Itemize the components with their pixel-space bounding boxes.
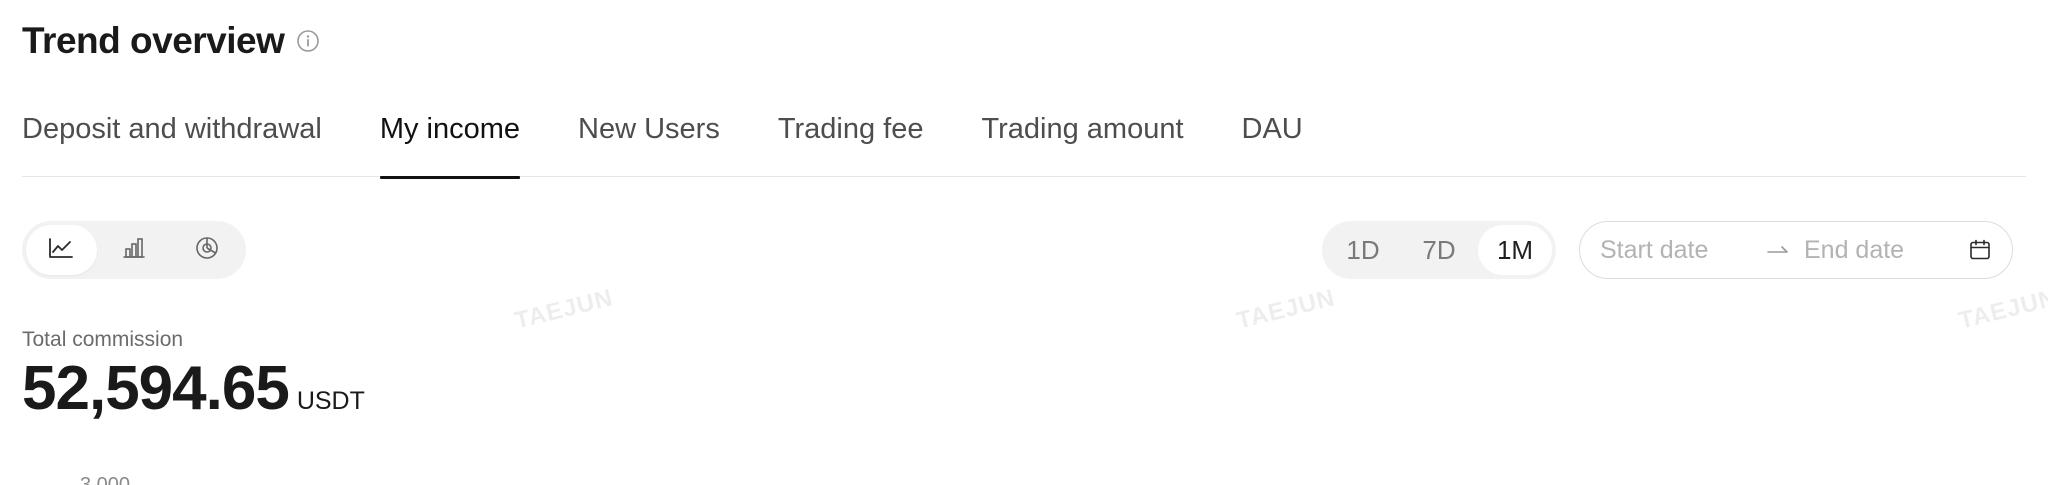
bar-chart-icon	[121, 236, 147, 265]
arrow-right-icon	[1766, 243, 1790, 257]
time-range-switch: 1D 7D 1M	[1322, 221, 1556, 279]
watermark: TAEJUN	[1956, 284, 2048, 335]
tab-new-users[interactable]: New Users	[578, 105, 720, 177]
bar-chart-button[interactable]	[99, 225, 170, 275]
range-1m-button[interactable]: 1M	[1478, 225, 1552, 275]
pie-chart-icon	[194, 235, 220, 266]
calendar-icon[interactable]	[1968, 238, 1992, 262]
total-commission-label: Total commission	[22, 328, 184, 351]
pie-chart-button[interactable]	[171, 225, 242, 275]
tab-bar: Deposit and withdrawal My income New Use…	[22, 105, 2026, 179]
page-title: Trend overview	[22, 20, 285, 61]
tab-dau[interactable]: DAU	[1242, 105, 1303, 177]
range-1d-button[interactable]: 1D	[1326, 225, 1400, 275]
chart-type-switch	[22, 221, 246, 279]
watermark: TAEJUN	[512, 284, 616, 335]
line-chart-icon	[48, 236, 74, 265]
total-commission-unit: USDT	[296, 387, 365, 415]
date-range-picker	[1579, 221, 2013, 279]
y-axis-tick: 3,000	[80, 474, 131, 485]
tab-trading-amount[interactable]: Trading amount	[981, 105, 1183, 177]
range-7d-button[interactable]: 7D	[1402, 225, 1476, 275]
info-circle-icon[interactable]	[296, 29, 320, 53]
total-commission-value: 52,594.65	[22, 354, 290, 423]
trend-overview-page: Trend overview Deposit and withdrawal My…	[0, 0, 2048, 485]
tab-trading-fee[interactable]: Trading fee	[778, 105, 924, 177]
end-date-input[interactable]	[1804, 235, 1954, 265]
tab-deposit-and-withdrawal[interactable]: Deposit and withdrawal	[22, 105, 322, 177]
start-date-input[interactable]	[1600, 235, 1750, 265]
line-chart-button[interactable]	[26, 225, 97, 275]
tab-my-income[interactable]: My income	[379, 105, 521, 179]
total-commission: 52,594.65 USDT	[22, 358, 365, 420]
watermark: TAEJUN	[1234, 284, 1338, 335]
header: Trend overview	[22, 20, 320, 62]
